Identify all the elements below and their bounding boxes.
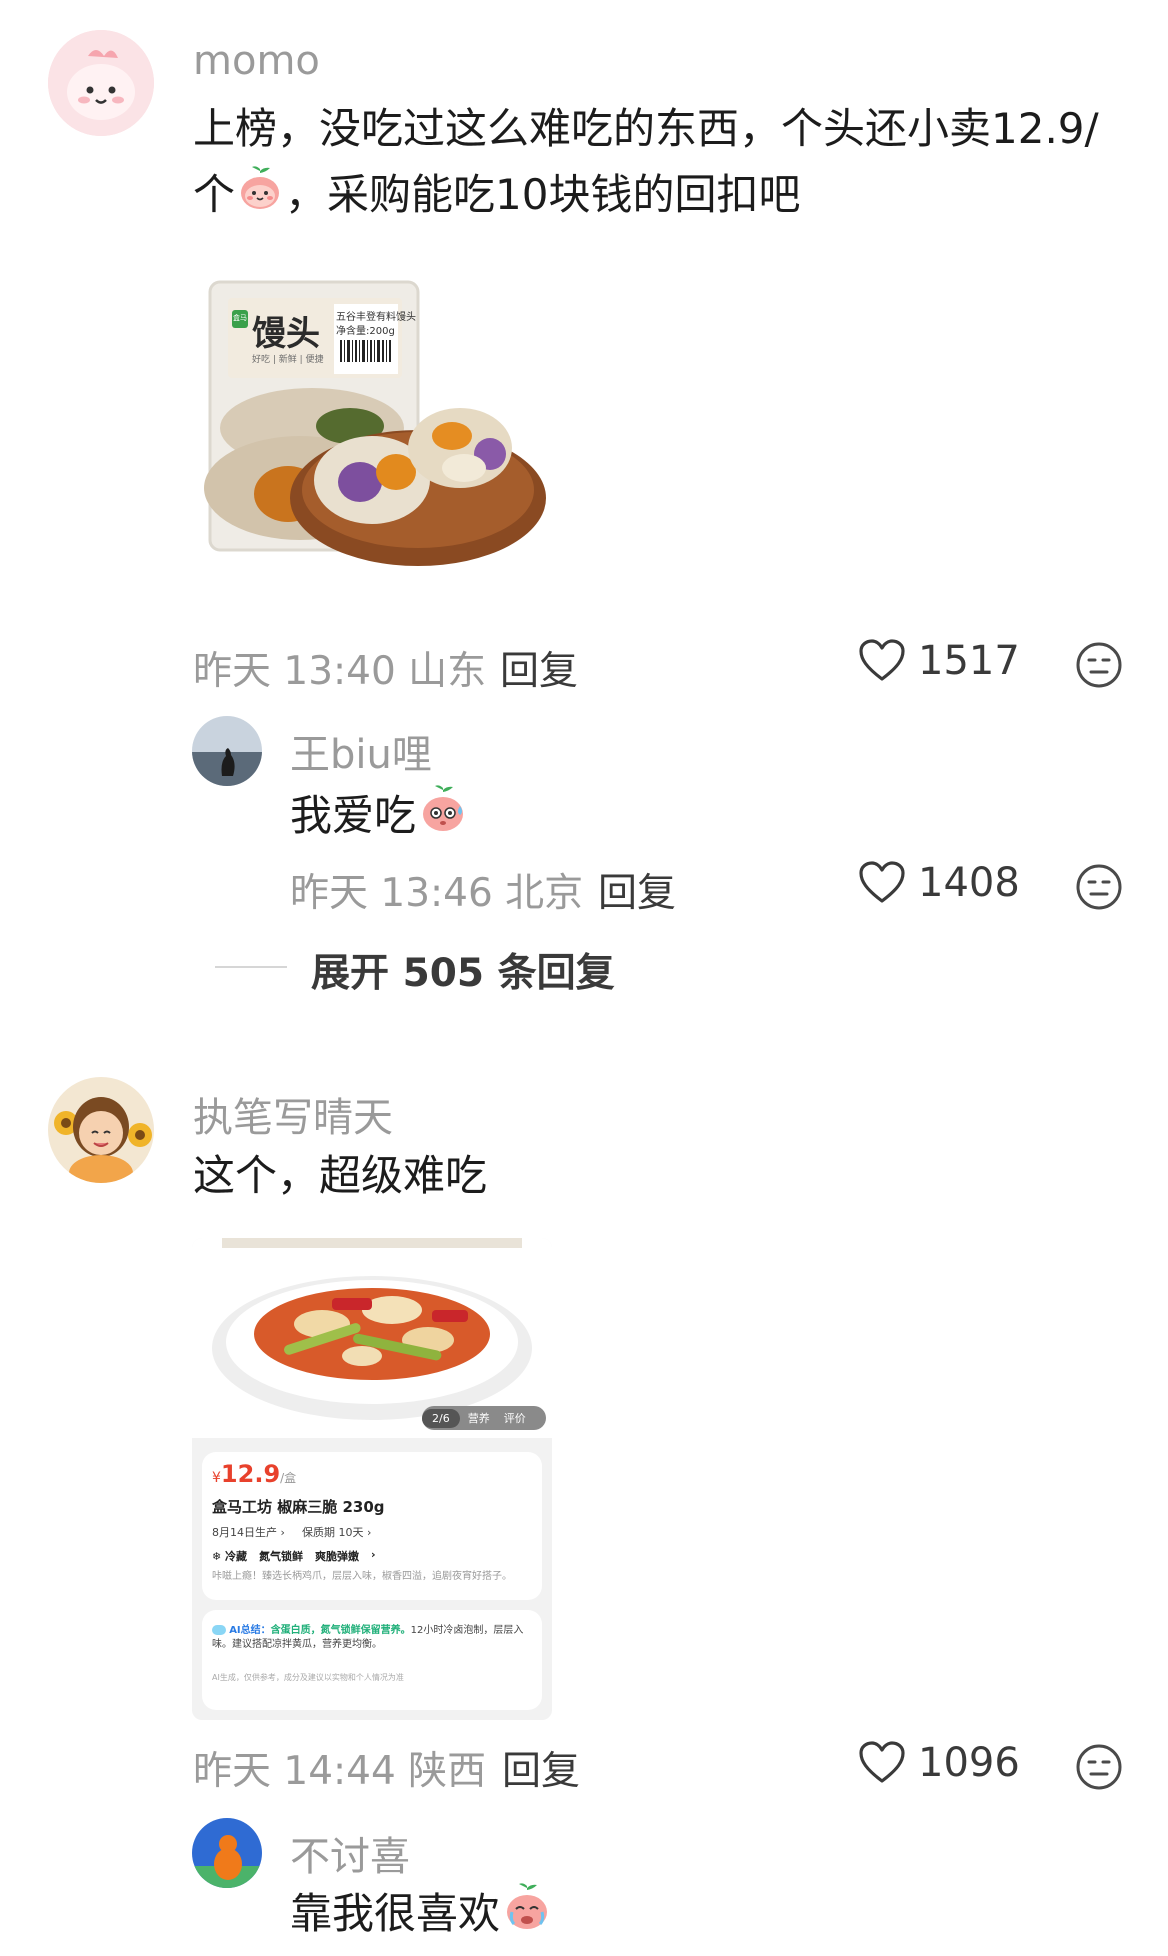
comment-text-line2: 个 ，采购能吃10块钱的回扣吧 — [193, 162, 800, 232]
product-weight: 净含量:200g — [336, 326, 395, 337]
heart-icon — [859, 639, 905, 681]
feature-chip: 爽脆弹嫩 — [315, 1550, 360, 1563]
expand-replies-button[interactable]: 展开 505 条回复 — [311, 942, 615, 998]
avatar-wangbiuli[interactable] — [192, 716, 262, 786]
reply-button[interactable]: 回复 — [598, 862, 676, 918]
ai-summary-card: AI总结：含蛋白质，氮气锁鲜保留营养。12小时冷卤泡制，层层入味。建议搭配凉拌黄… — [202, 1610, 542, 1710]
peach-emoji-icon — [416, 782, 470, 855]
ai-text-a: 12小时冷卤泡 — [410, 1625, 474, 1636]
like-button[interactable]: 1517 — [858, 638, 1020, 684]
comment-text-line1: 上榜，没吃过这么难吃的东西，个头还小卖12.9/ — [193, 104, 1099, 153]
comment-username[interactable]: momo — [193, 38, 320, 84]
comment-text: 这个，超级难吃 — [193, 1151, 488, 1200]
image-pager: 2/6 营养 评价 — [422, 1406, 546, 1430]
product-brand-badge: 盒马 — [233, 314, 247, 322]
reply-button[interactable]: 回复 — [500, 640, 578, 696]
peach-emoji-icon — [235, 163, 285, 232]
comment-meta: 昨天 13:40 山东 — [193, 649, 487, 694]
reply-username[interactable]: 王biu哩 — [290, 722, 432, 780]
shelf-life: 保质期 10天 › — [302, 1526, 372, 1539]
like-button[interactable]: 1096 — [858, 1740, 1020, 1786]
heart-icon — [859, 861, 905, 903]
avatar-butaoxi-art — [192, 1818, 262, 1888]
ai-icon — [212, 1625, 226, 1635]
product-description: 咔嗞上瘾！臻选长柄鸡爪，层层入味，椒香四溢，追剧夜宵好搭子。 — [212, 1571, 512, 1582]
avatar-momo[interactable] — [48, 30, 154, 136]
price: ¥12.9/盒 — [212, 1460, 296, 1488]
reply-text: 靠我很喜欢 — [290, 1880, 554, 1953]
like-count: 1408 — [918, 860, 1020, 906]
product-info-card: ¥12.9/盒 盒马工坊 椒麻三脆 230g 8月14日生产 › 保质期 10天… — [202, 1452, 542, 1600]
comment-image-mantou[interactable]: 盒马 馒头 好吃 | 新鲜 | 便捷 五谷丰登有料馒头 净含量:200g — [200, 268, 548, 586]
product-name: 盒马工坊 椒麻三脆 230g — [212, 1498, 385, 1516]
heart-icon — [859, 1741, 905, 1783]
like-count: 1096 — [918, 1740, 1020, 1786]
reply-username[interactable]: 不讨喜 — [290, 1824, 410, 1882]
reply-button[interactable]: 回复 — [502, 1740, 580, 1796]
ai-highlight: 含蛋白质，氮气锁鲜保留营养。 — [270, 1625, 411, 1636]
reply-text-content: 我爱吃 — [290, 791, 417, 840]
dislike-face-icon[interactable] — [1075, 863, 1123, 911]
product-sub: 五谷丰登有料馒头 — [336, 312, 416, 323]
avatar-zhibixieqingtian[interactable] — [48, 1077, 154, 1183]
ai-note: AI生成，仅供参考，成分及建议以实物和个人情况为准 — [212, 1673, 404, 1682]
pager-tab-nutrition: 营养 — [467, 1412, 490, 1425]
comment-meta: 昨天 14:44 陕西 — [193, 1749, 487, 1794]
product-title: 馒头 — [252, 314, 320, 354]
product-tags: 好吃 | 新鲜 | 便捷 — [252, 355, 324, 365]
like-count: 1517 — [918, 638, 1020, 684]
feature-chips: ❄ 冷藏 氮气锁鲜 爽脆弹嫩 › — [212, 1548, 376, 1564]
like-button[interactable]: 1408 — [858, 860, 1020, 906]
avatar-momo-art — [48, 30, 154, 136]
feature-chip: ❄ 冷藏 — [212, 1550, 248, 1563]
reply-meta: 昨天 13:46 北京 — [290, 871, 584, 916]
price-currency: ¥ — [212, 1470, 221, 1486]
feature-chip: 氮气锁鲜 — [259, 1550, 304, 1563]
avatar-wangbiuli-art — [192, 716, 262, 786]
feature-chip-arrow: › — [371, 1548, 376, 1561]
peach-emoji-icon — [500, 1880, 554, 1953]
comment-text-part: ，采购能吃10块钱的回扣吧 — [285, 170, 801, 219]
avatar-zhibi-art — [48, 1077, 154, 1183]
comment-text-part: 个 — [193, 170, 236, 219]
reply-text-content: 靠我很喜欢 — [290, 1889, 501, 1938]
ai-summary-text: AI总结：含蛋白质，氮气锁鲜保留营养。12小时冷卤泡制，层层入味。建议搭配凉拌黄… — [212, 1624, 534, 1652]
dislike-face-icon[interactable] — [1075, 641, 1123, 689]
comment-image-product-card[interactable]: 2/6 营养 评价 ¥12.9/盒 盒马工坊 椒麻三脆 230g 8月14日生产… — [192, 1238, 552, 1720]
dislike-face-icon[interactable] — [1075, 1743, 1123, 1791]
ai-label: AI总结： — [229, 1625, 271, 1636]
produced-date: 8月14日生产 › — [212, 1526, 285, 1539]
price-value: 12.9 — [220, 1460, 281, 1488]
price-unit: /盒 — [280, 1471, 297, 1485]
pager-tab-review: 评价 — [503, 1412, 526, 1425]
pager-count: 2/6 — [422, 1408, 460, 1428]
expand-divider — [215, 966, 287, 968]
reply-text: 我爱吃 — [290, 782, 470, 855]
avatar-butaoxi[interactable] — [192, 1818, 262, 1888]
comment-username[interactable]: 执笔写晴天 — [193, 1085, 393, 1143]
